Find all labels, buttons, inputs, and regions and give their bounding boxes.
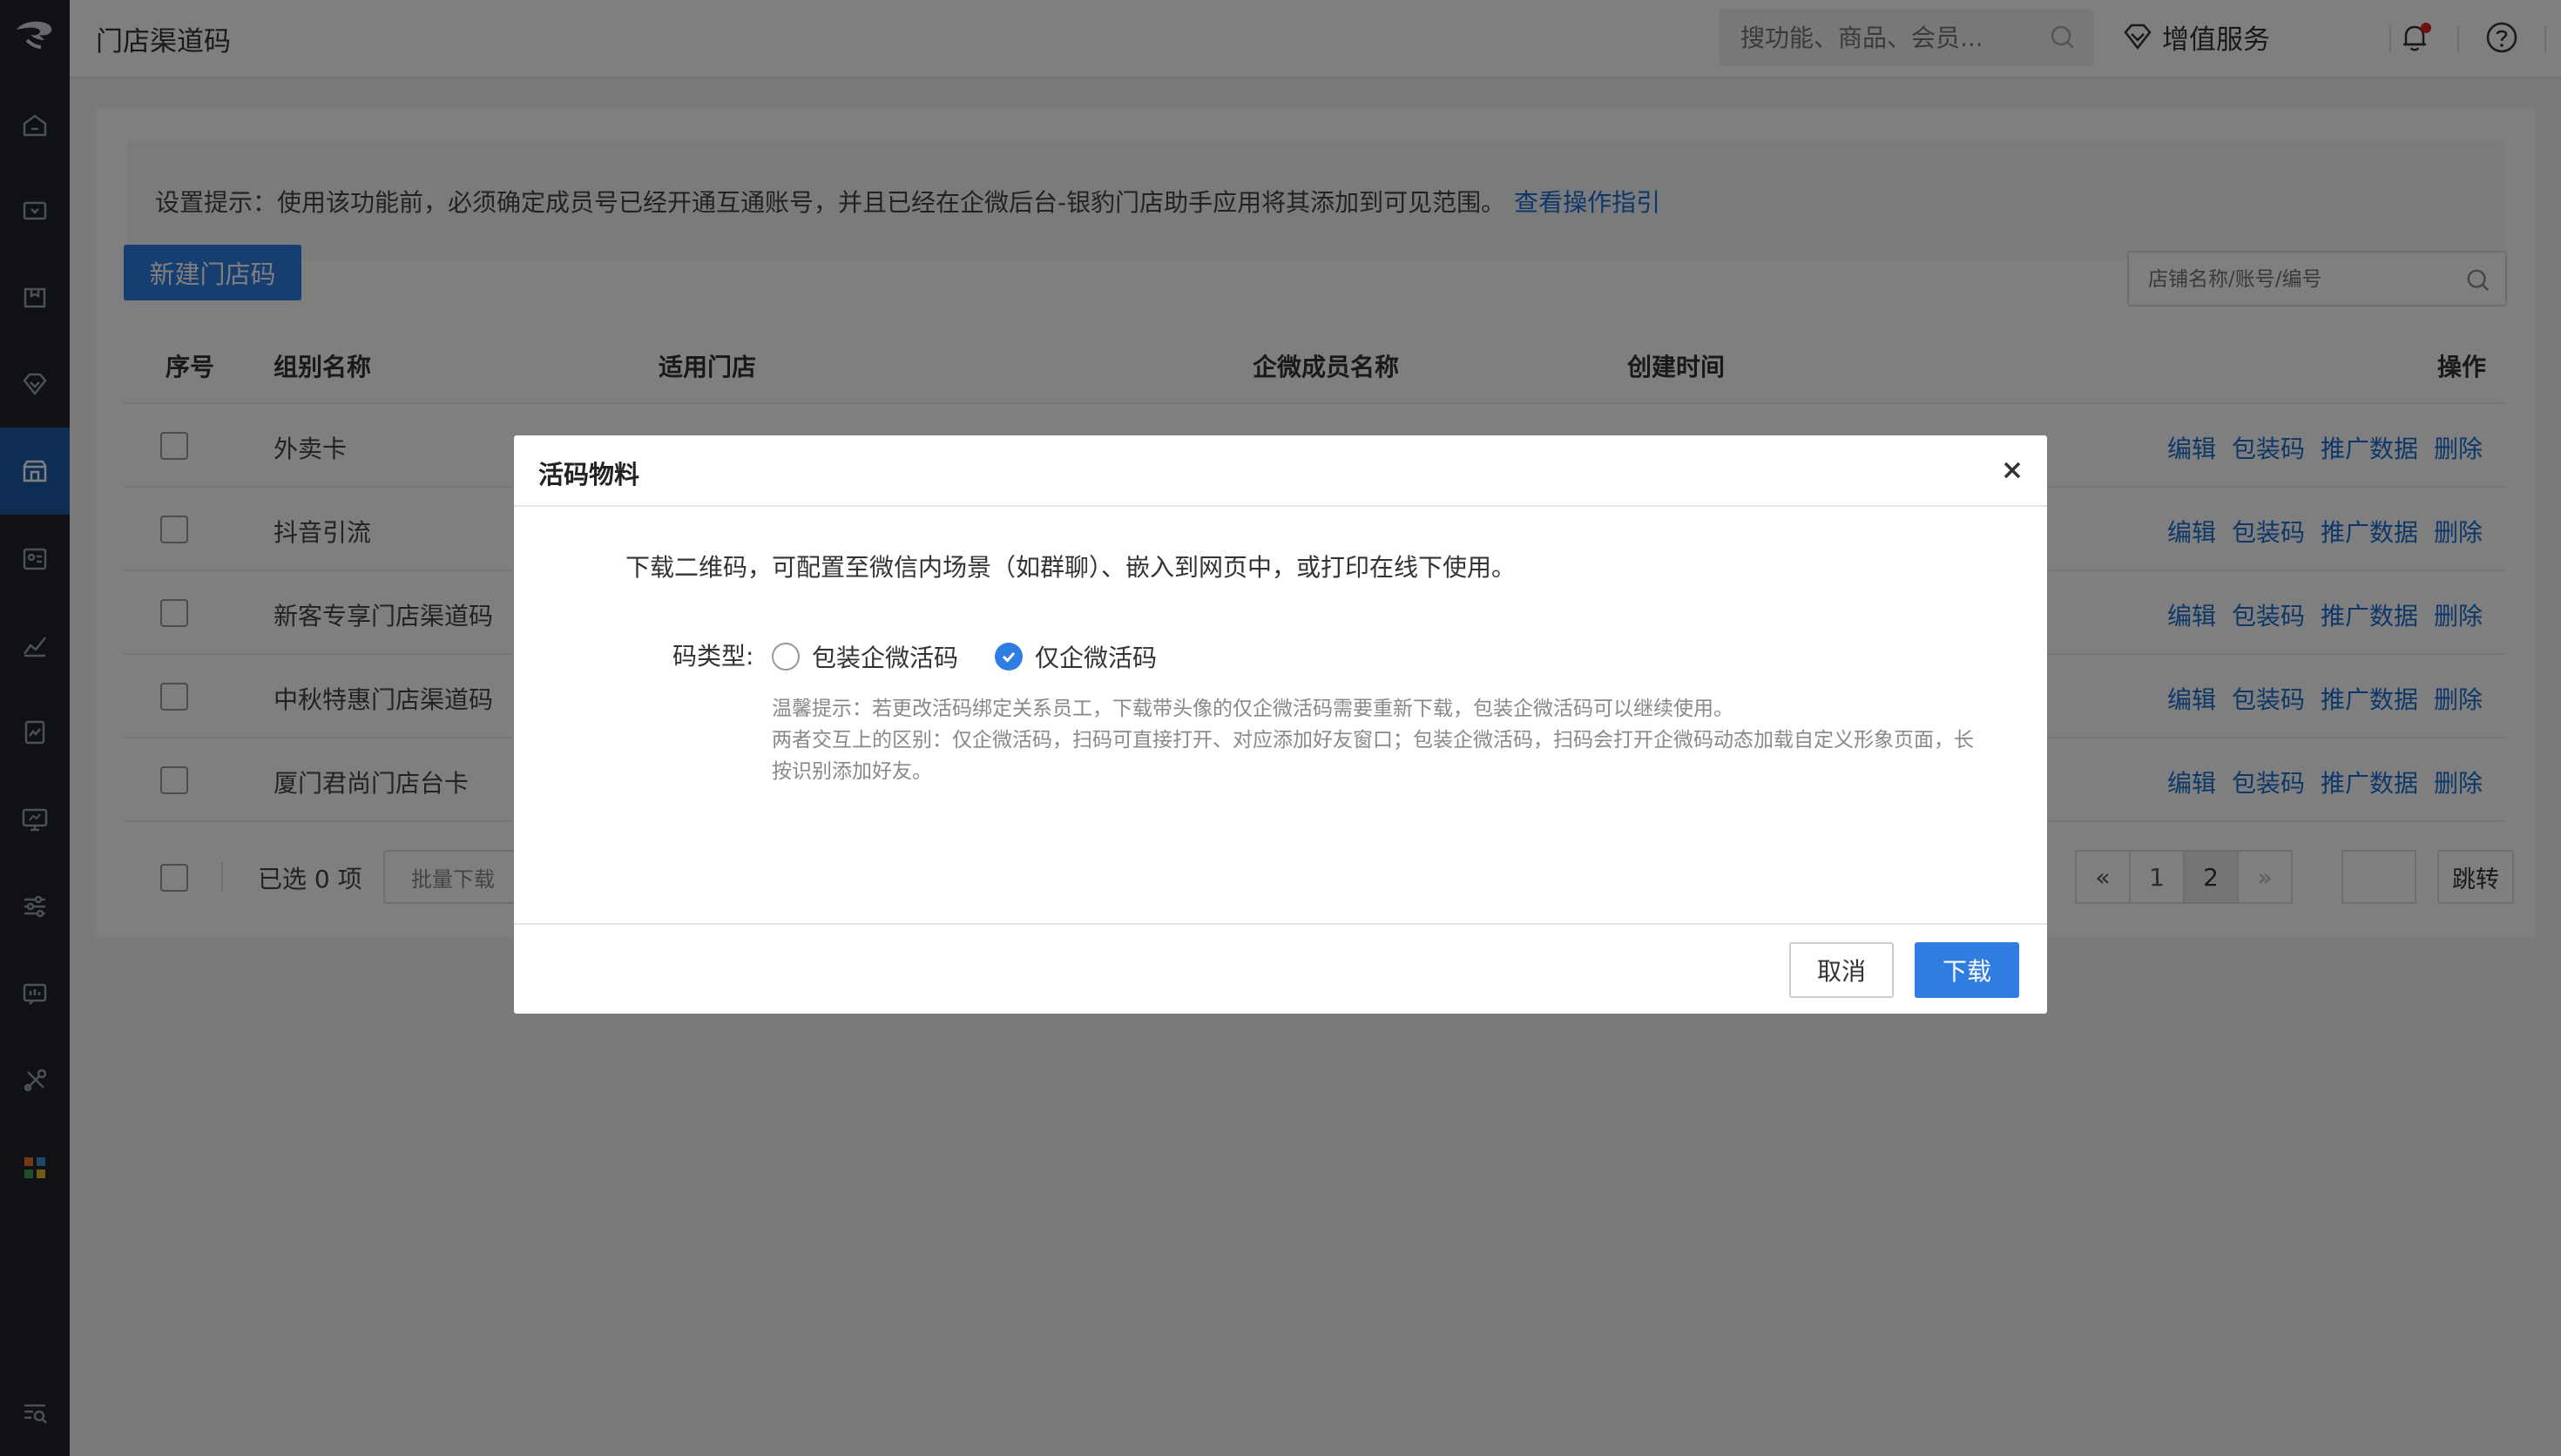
dialog-header: 活码物料 [514,435,2047,507]
difference-hint: 两者交互上的区别：仅企微活码，扫码可直接打开、对应添加好友窗口；包装企微活码，扫… [772,729,1974,783]
close-button[interactable] [1997,455,2028,486]
dialog-footer: 取消 下载 [514,923,2047,1014]
warm-hint: 温馨提示：若更改活码绑定关系员工，下载带头像的仅企微活码需要重新下载，包装企微活… [772,698,1733,720]
qr-material-dialog: 活码物料 下载二维码，可配置至微信内场景（如群聊）、嵌入到网页中，或打印在线下使… [514,435,2047,1014]
download-button[interactable]: 下载 [1915,942,2019,998]
radio-checked-icon[interactable] [995,643,1023,671]
radio-pack-code[interactable]: 包装企微活码 [772,639,958,674]
dialog-description: 下载二维码，可配置至微信内场景（如群聊）、嵌入到网页中，或打印在线下使用。 [625,553,1517,582]
radio-qiwei-only-code[interactable]: 仅企微活码 [995,639,1157,674]
code-type-label: 码类型: [672,642,754,671]
close-icon [2004,462,2021,479]
radio-unchecked-icon[interactable] [772,643,800,671]
dialog-title: 活码物料 [538,460,640,489]
cancel-button[interactable]: 取消 [1789,942,1894,998]
radio-qiwei-only-code-label: 仅企微活码 [1035,644,1158,672]
radio-pack-code-label: 包装企微活码 [812,644,959,672]
